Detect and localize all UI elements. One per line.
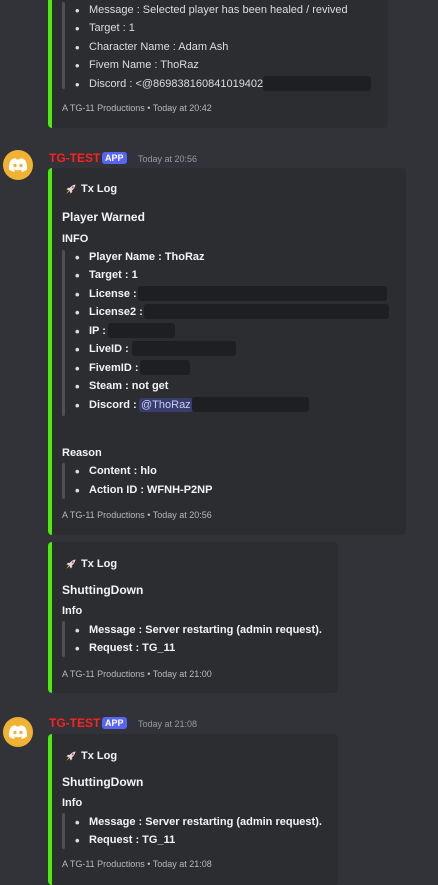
embed-footer: A TG-11 Productions • Today at 21:00 (62, 669, 212, 679)
field-name-info: INFO (62, 233, 89, 245)
redacted-block (192, 397, 309, 412)
redacted-block (140, 360, 190, 375)
username[interactable]: TG-TEST (49, 151, 100, 165)
discord-logo-icon (8, 725, 28, 739)
redacted-block (138, 286, 387, 301)
rocket-icon (66, 751, 76, 761)
embed-heal-log: • Message : Selected player has been heal… (48, 0, 388, 128)
rocket-icon (66, 184, 76, 194)
embed-player-warned: Tx Log Player Warned INFO • Player Name :… (48, 168, 406, 535)
app-badge: APP (102, 152, 127, 164)
embed-title: Player Warned (62, 210, 145, 224)
quote-bar (62, 621, 65, 657)
quote-bar (62, 2, 65, 89)
message-timestamp: Today at 21:08 (138, 719, 198, 729)
redacted-block (108, 323, 175, 338)
username[interactable]: TG-TEST (49, 716, 100, 730)
quote-bar (62, 463, 65, 499)
avatar[interactable] (3, 717, 33, 747)
embed-shutting-down: Tx Log ShuttingDown Info • Message : Serv… (48, 542, 338, 693)
field-name-reason: Reason (62, 447, 102, 459)
field-name-info: Info (62, 605, 83, 617)
field-name-info: Info (62, 797, 83, 809)
embed-footer: A TG-11 Productions • Today at 20:42 (62, 103, 212, 113)
embed-title: ShuttingDown (62, 583, 144, 597)
discord-logo-icon (8, 158, 28, 172)
embed-author[interactable]: Tx Log (81, 183, 117, 195)
avatar[interactable] (3, 150, 33, 180)
embed-title: ShuttingDown (62, 775, 144, 789)
app-badge: APP (102, 717, 127, 729)
redacted-block (132, 341, 236, 356)
embed-footer: A TG-11 Productions • Today at 21:08 (62, 859, 212, 869)
user-mention[interactable]: @ThoRaz (139, 398, 193, 412)
embed-footer: A TG-11 Productions • Today at 20:56 (62, 510, 212, 520)
redacted-block (263, 76, 371, 91)
quote-bar (62, 813, 65, 849)
embed-author[interactable]: Tx Log (81, 558, 117, 570)
quote-bar (62, 250, 65, 416)
redacted-block (144, 304, 389, 319)
embed-author[interactable]: Tx Log (81, 750, 117, 762)
rocket-icon (66, 559, 76, 569)
message-timestamp: Today at 20:56 (138, 154, 198, 164)
embed-shutting-down: Tx Log ShuttingDown Info • Message : Serv… (48, 734, 338, 885)
